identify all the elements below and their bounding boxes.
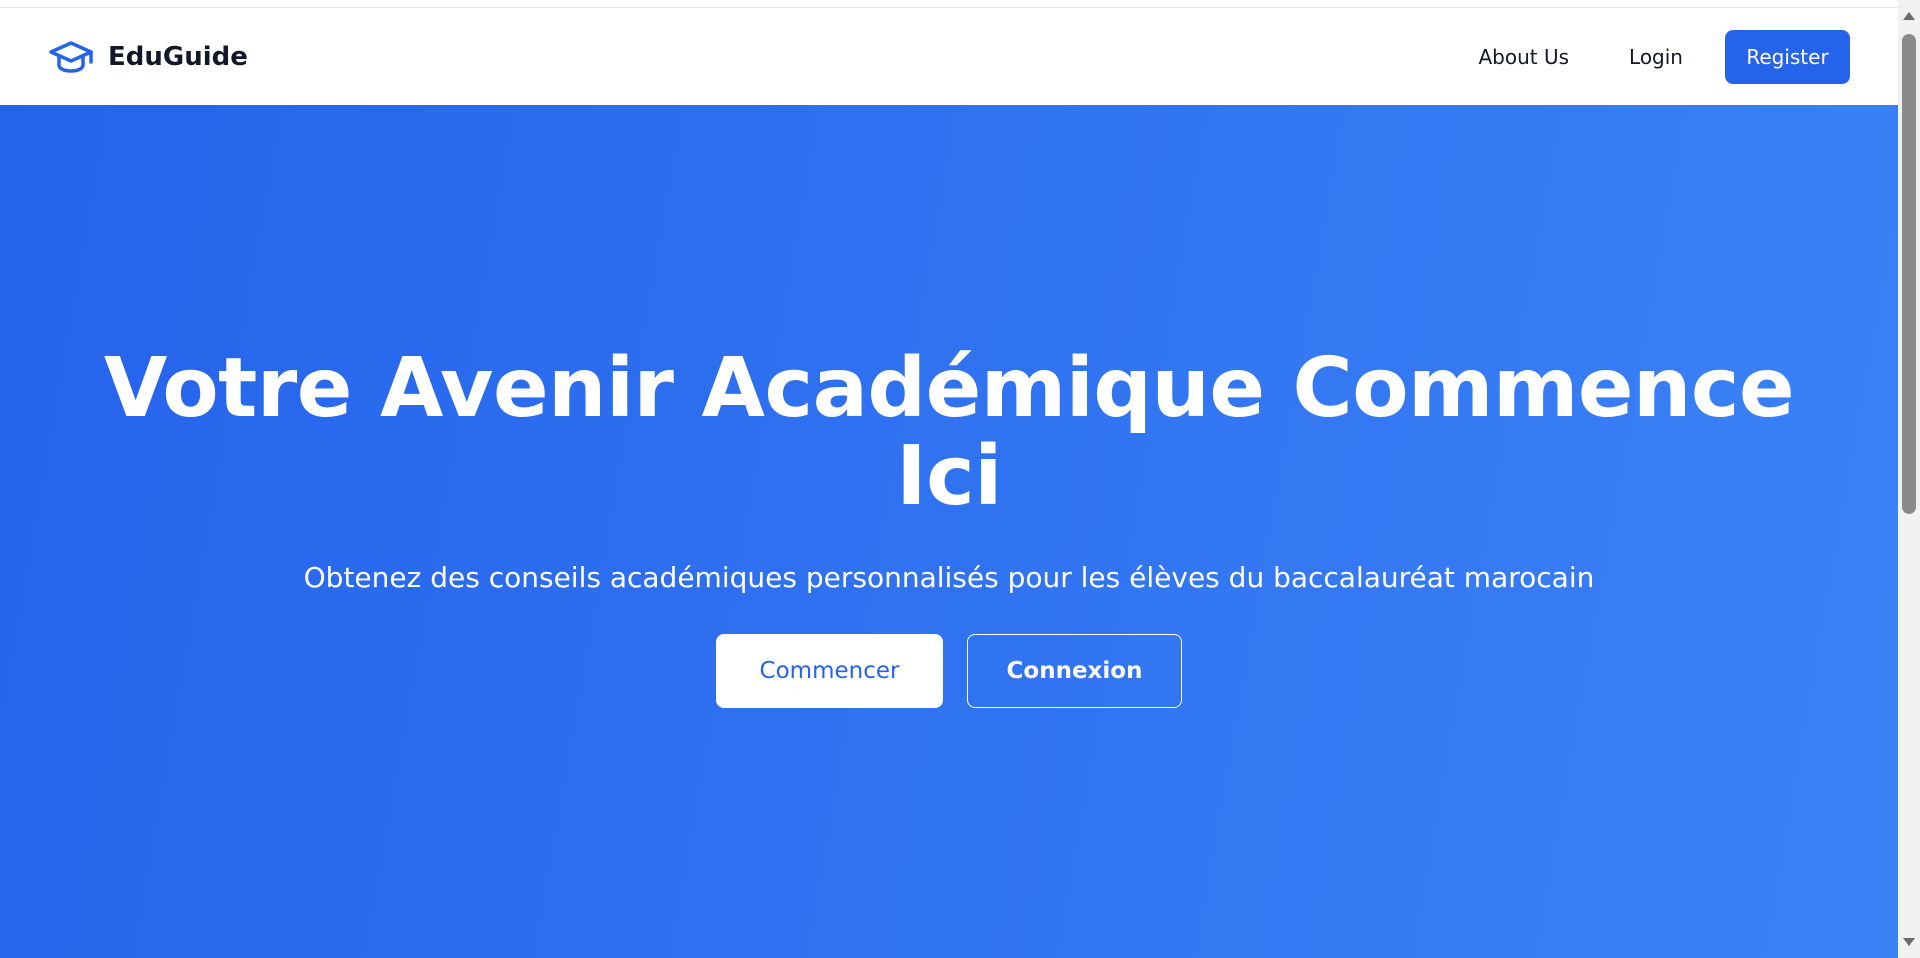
nav-login-link[interactable]: Login xyxy=(1629,45,1683,69)
hero-section: Votre Avenir Académique Commence Ici Obt… xyxy=(0,105,1898,958)
graduation-cap-icon xyxy=(48,39,94,75)
hero-subtitle: Obtenez des conseils académiques personn… xyxy=(303,561,1595,594)
hero-actions: Commencer Connexion xyxy=(716,634,1182,708)
vertical-scrollbar[interactable] xyxy=(1898,0,1920,958)
register-button[interactable]: Register xyxy=(1725,29,1850,84)
page: EduGuide About Us Login Register Votre A… xyxy=(0,0,1898,958)
brand[interactable]: EduGuide xyxy=(48,39,248,75)
scroll-up-arrow-icon[interactable] xyxy=(1903,12,1915,20)
navbar: EduGuide About Us Login Register xyxy=(0,8,1898,105)
nav-links: About Us Login Register xyxy=(1478,29,1850,84)
scroll-down-arrow-icon[interactable] xyxy=(1903,938,1915,946)
get-started-button[interactable]: Commencer xyxy=(716,634,943,708)
nav-about-link[interactable]: About Us xyxy=(1478,45,1569,69)
login-button[interactable]: Connexion xyxy=(967,634,1182,708)
scroll-thumb[interactable] xyxy=(1902,34,1916,514)
hero-title: Votre Avenir Académique Commence Ici xyxy=(103,341,1795,524)
brand-name: EduGuide xyxy=(108,41,248,72)
